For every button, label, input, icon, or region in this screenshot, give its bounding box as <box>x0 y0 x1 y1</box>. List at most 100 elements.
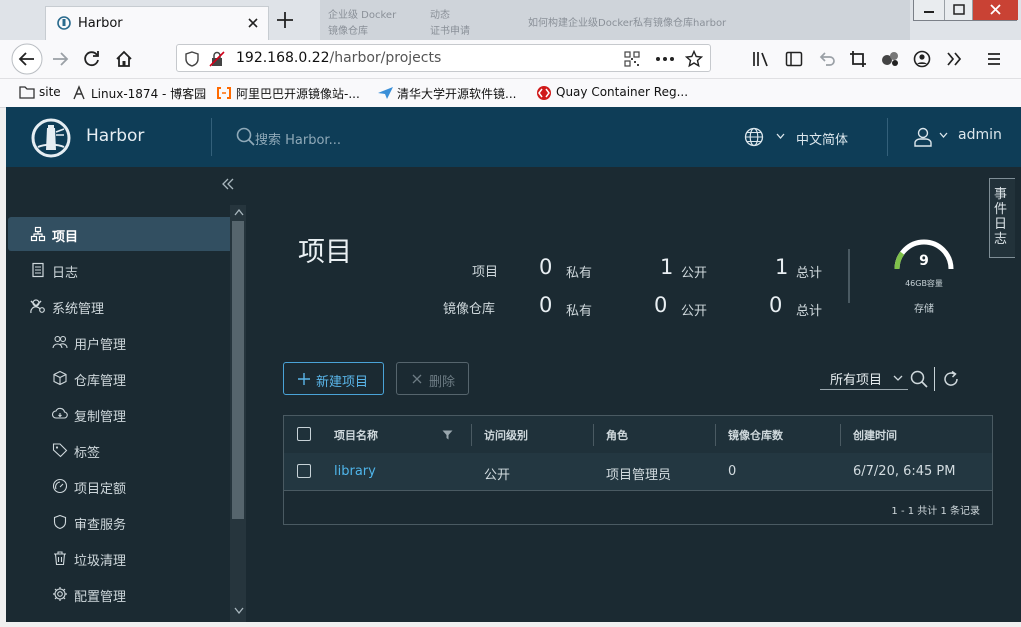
home-icon[interactable] <box>114 49 134 69</box>
extension-icon[interactable] <box>880 50 900 68</box>
sidebar-item-administration[interactable]: 系统管理 <box>8 289 230 323</box>
logs-icon <box>32 262 44 278</box>
sidebar-toggle-icon[interactable] <box>785 50 803 68</box>
sidebar: 项目 日志 系统管理 用户管理 仓库管理 复制管理 标签 项目定额 审查服务 垃… <box>6 167 246 622</box>
harbor-logo-icon[interactable] <box>30 117 72 159</box>
qr-code-icon[interactable] <box>624 51 640 67</box>
bookmark-aliyun-mirror[interactable]: 阿里巴巴开源镜像站-... <box>216 84 366 102</box>
project-name-link[interactable]: library <box>334 464 376 479</box>
info-shield-icon[interactable] <box>185 51 199 67</box>
app-header: Harbor 搜索 Harbor... 中文简体 admin <box>6 107 1021 167</box>
account-icon[interactable] <box>913 50 931 68</box>
reload-icon[interactable] <box>82 49 102 69</box>
minimize-button[interactable] <box>914 0 944 20</box>
bookmark-label: Quay Container Reg... <box>556 85 689 99</box>
bookmarks-bar: site Linux-1874 - 博客园 阿里巴巴开源镜像站-... 清华大学… <box>0 79 1021 108</box>
sidebar-item-users[interactable]: 用户管理 <box>8 325 230 359</box>
bookmark-quay[interactable]: Quay Container Reg... <box>536 84 689 102</box>
maximize-icon <box>953 4 965 15</box>
event-log-tab[interactable]: 事件日志 <box>989 178 1015 258</box>
project-creation-time: 6/7/20, 6:45 PM <box>853 464 956 479</box>
close-icon <box>412 374 422 384</box>
bookmark-linux-1874[interactable]: Linux-1874 - 博客园 <box>71 84 206 102</box>
user-menu[interactable]: admin <box>914 127 1002 147</box>
main-content: 项目 项目 0 私有 1 公开 1 总计 镜像仓库 0 私有 0 公开 0 总计… <box>246 167 1021 622</box>
app-title[interactable]: Harbor <box>86 126 144 146</box>
global-search-input[interactable]: 搜索 Harbor... <box>255 129 341 148</box>
bookmark-star-icon[interactable] <box>685 50 703 68</box>
storage-gauge: 9 46GB容量 存储 <box>889 235 959 315</box>
blog-icon <box>73 85 85 100</box>
delete-label: 删除 <box>429 375 456 390</box>
back-icon[interactable] <box>11 43 43 75</box>
url-bar[interactable]: 192.168.0.22/harbor/projects <box>176 44 711 72</box>
column-header-access[interactable]: 访问级别 <box>484 427 528 443</box>
close-window-button[interactable] <box>972 0 1018 20</box>
sidebar-item-label: 系统管理 <box>52 302 105 317</box>
column-header-repo-count[interactable]: 镜像仓库数 <box>728 427 783 443</box>
row-checkbox[interactable] <box>297 464 311 478</box>
sidebar-item-project-quotas[interactable]: 项目定额 <box>8 469 230 503</box>
sidebar-item-labels[interactable]: 标签 <box>8 433 230 467</box>
insecure-lock-icon[interactable] <box>209 51 225 67</box>
search-icon[interactable] <box>236 127 255 146</box>
storage-value: 9 <box>919 253 929 269</box>
sidebar-item-label: 用户管理 <box>74 338 127 353</box>
sidebar-item-replication[interactable]: 复制管理 <box>8 397 230 431</box>
project-filter-select[interactable]: 所有项目 <box>820 367 908 390</box>
filter-search-icon[interactable] <box>910 370 928 388</box>
bg-text: 动态 <box>430 10 450 21</box>
browser-tab-harbor[interactable]: Harbor <box>45 6 269 40</box>
chevron-down-icon <box>939 132 948 138</box>
language-selector[interactable]: 中文简体 <box>744 127 848 148</box>
new-project-button[interactable]: 新建项目 <box>283 362 384 395</box>
project-role: 项目管理员 <box>606 468 672 483</box>
overflow-chevrons-icon[interactable] <box>946 51 962 67</box>
column-header-role[interactable]: 角色 <box>606 427 628 443</box>
delete-button[interactable]: 删除 <box>396 362 469 395</box>
sidebar-item-label: 配置管理 <box>74 590 127 605</box>
scroll-down-icon[interactable] <box>234 607 244 614</box>
select-all-checkbox[interactable] <box>297 427 311 441</box>
filter-icon[interactable] <box>442 430 453 440</box>
projects-table: 项目名称 访问级别 角色 镜像仓库数 创建时间 library 公开 项目管理员… <box>283 415 993 525</box>
user-name: admin <box>958 127 1002 143</box>
sidebar-item-registries[interactable]: 仓库管理 <box>8 361 230 395</box>
sidebar-item-logs[interactable]: 日志 <box>8 253 230 287</box>
forward-icon[interactable] <box>50 49 70 69</box>
more-actions-icon[interactable] <box>655 56 675 62</box>
column-header-name[interactable]: 项目名称 <box>334 427 378 443</box>
close-tab-icon[interactable] <box>246 16 260 30</box>
screenshot-icon[interactable] <box>849 50 867 68</box>
menu-hamburger-icon[interactable] <box>986 51 1002 67</box>
sidebar-item-interrogation-services[interactable]: 审查服务 <box>8 505 230 539</box>
language-label: 中文简体 <box>770 128 848 148</box>
minimize-icon <box>924 11 934 13</box>
sidebar-item-label: 标签 <box>74 446 101 461</box>
projects-public-count: 1 <box>660 255 674 279</box>
bookmark-site[interactable]: site <box>19 84 63 102</box>
harbor-favicon-icon <box>57 16 71 30</box>
column-header-created[interactable]: 创建时间 <box>853 427 897 443</box>
sidebar-item-configuration[interactable]: 配置管理 <box>8 577 230 611</box>
sidebar-item-projects[interactable]: 项目 <box>8 217 230 251</box>
sidebar-item-garbage-collection[interactable]: 垃圾清理 <box>8 541 230 575</box>
library-icon[interactable] <box>752 50 770 68</box>
bg-text: 证书申请 <box>430 26 470 37</box>
table-header: 项目名称 访问级别 角色 镜像仓库数 创建时间 <box>284 416 992 454</box>
new-tab-icon[interactable] <box>274 9 296 31</box>
background-window: 企业级 Docker 镜像仓库 动态 证书申请 如何构建企业级Docker私有镜… <box>320 0 910 40</box>
refresh-icon[interactable] <box>942 370 960 388</box>
column-divider <box>471 424 472 446</box>
column-divider <box>715 424 716 446</box>
user-icon <box>914 127 932 147</box>
collapse-sidebar-icon[interactable] <box>221 177 235 191</box>
undo-icon[interactable] <box>818 51 836 67</box>
table-row[interactable]: library 公开 项目管理员 0 6/7/20, 6:45 PM <box>284 453 992 491</box>
user-label: admin <box>936 127 1002 143</box>
sidebar-scroll-thumb[interactable] <box>232 221 244 519</box>
bookmark-tsinghua-mirror[interactable]: 清华大学开源软件镜... <box>377 84 522 102</box>
tsinghua-icon <box>378 87 393 99</box>
scroll-up-icon[interactable] <box>234 209 244 216</box>
maximize-button[interactable] <box>944 0 973 20</box>
